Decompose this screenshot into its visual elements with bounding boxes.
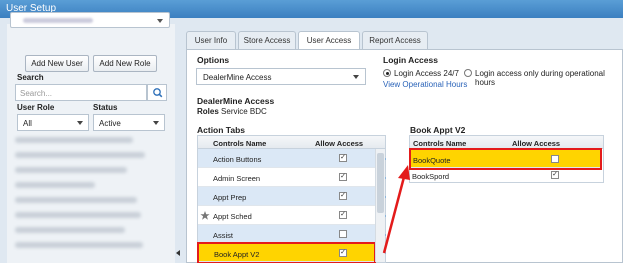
annotation-arrow	[382, 165, 410, 254]
